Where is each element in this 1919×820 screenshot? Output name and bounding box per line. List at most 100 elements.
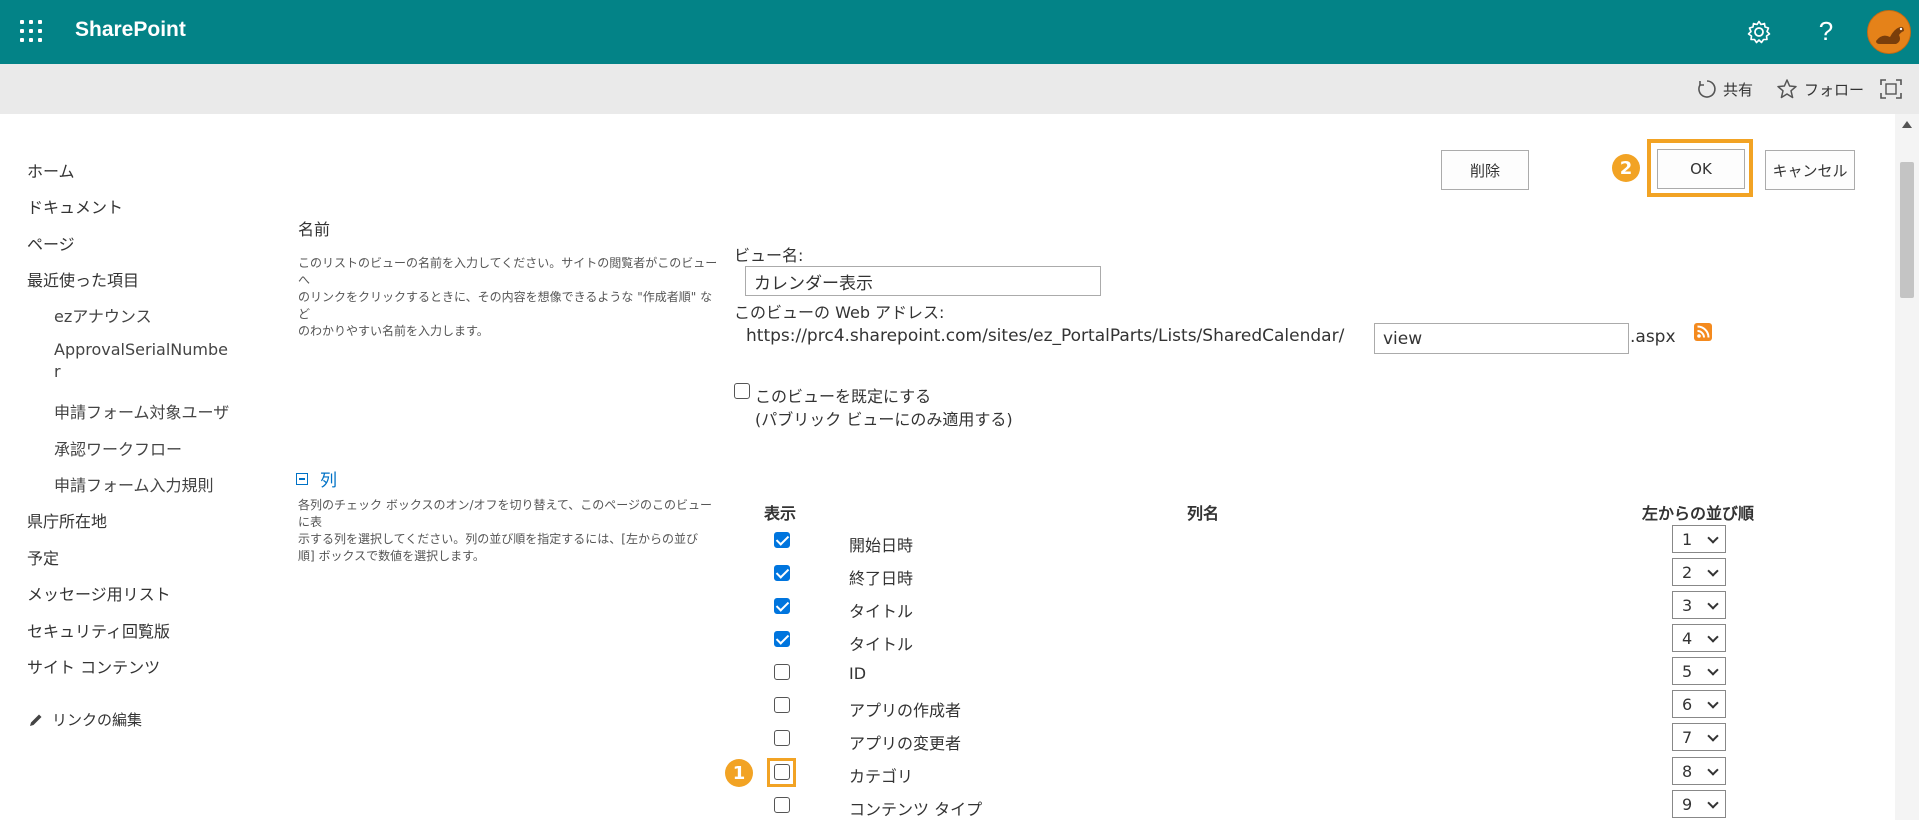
column-order-select[interactable]: 4: [1672, 624, 1726, 652]
url-suffix: .aspx: [1630, 327, 1676, 347]
column-order-select[interactable]: 5: [1672, 657, 1726, 685]
column-show-checkbox-category[interactable]: [774, 764, 790, 780]
chevron-down-icon: [1707, 697, 1719, 709]
nav-item-message-list[interactable]: メッセージ用リスト: [27, 581, 171, 605]
chevron-down-icon: [1707, 631, 1719, 643]
cancel-button[interactable]: キャンセル: [1765, 150, 1855, 190]
edit-links-label: リンクの編集: [52, 711, 143, 729]
column-name: アプリの変更者: [849, 734, 962, 753]
chevron-down-icon: [1707, 598, 1719, 610]
focus-mode-button[interactable]: [1880, 64, 1908, 114]
default-view-label: このビューを既定にする: [755, 387, 932, 406]
name-section-title: 名前: [298, 220, 331, 239]
nav-item-home[interactable]: ホーム: [27, 158, 75, 182]
order-value: 6: [1682, 694, 1693, 714]
nav-item-pages[interactable]: ページ: [27, 231, 75, 255]
settings-gear-icon[interactable]: [1745, 18, 1773, 46]
delete-button[interactable]: 削除: [1441, 150, 1529, 190]
rss-icon[interactable]: [1694, 323, 1712, 341]
columns-desc-line: 順] ボックスで数値を選択します。: [298, 549, 485, 563]
ok-button[interactable]: OK: [1657, 149, 1745, 189]
nav-item-ez-announce[interactable]: ezアナウンス: [54, 303, 152, 327]
chevron-down-icon: [1707, 565, 1719, 577]
nav-item-schedule[interactable]: 予定: [27, 545, 59, 569]
share-icon: [1698, 80, 1716, 98]
url-prefix: https://prc4.sharepoint.com/sites/ez_Por…: [746, 326, 1345, 346]
name-section-description: このリストのビューの名前を入力してください。サイトの閲覧者がこのビューへ のリン…: [298, 255, 723, 340]
nav-item-approval-serial[interactable]: ApprovalSerialNumbe: [54, 340, 228, 359]
column-name: 終了日時: [849, 569, 914, 588]
column-show-checkbox[interactable]: [774, 664, 790, 680]
column-header-name: 列名: [1187, 504, 1220, 523]
default-view-checkbox[interactable]: [734, 383, 750, 399]
nav-item-security[interactable]: セキュリティ回覧版: [27, 618, 170, 642]
pencil-icon: [30, 714, 42, 726]
order-value: 2: [1682, 562, 1693, 582]
nav-item-form-users[interactable]: 申請フォーム対象ユーザ: [54, 399, 229, 423]
columns-desc-line: 示する列を選択してください。列の並び順を指定するには、[左からの並び: [298, 532, 698, 546]
brand-title[interactable]: SharePoint: [75, 18, 186, 42]
help-icon[interactable]: ?: [1812, 13, 1840, 49]
step-badge-1: 1: [725, 759, 753, 787]
share-button[interactable]: 共有: [1697, 64, 1753, 114]
column-order-select[interactable]: 9: [1672, 790, 1726, 818]
order-value: 9: [1682, 794, 1693, 814]
follow-button[interactable]: フォロー: [1776, 64, 1864, 114]
vertical-scrollbar[interactable]: [1895, 114, 1919, 820]
column-order-select[interactable]: 7: [1672, 723, 1726, 751]
nav-item-prefecture[interactable]: 県庁所在地: [27, 508, 107, 532]
nav-item-form-rules[interactable]: 申請フォーム入力規則: [54, 472, 214, 496]
share-label: 共有: [1723, 80, 1754, 99]
user-avatar[interactable]: [1867, 10, 1911, 54]
nav-item-site-contents[interactable]: サイト コンテンツ: [27, 654, 160, 678]
order-value: 5: [1682, 661, 1693, 681]
column-show-checkbox[interactable]: [774, 797, 790, 813]
column-show-checkbox[interactable]: [774, 598, 790, 614]
column-show-checkbox[interactable]: [774, 565, 790, 581]
nav-item-approval-workflow[interactable]: 承認ワークフロー: [54, 436, 182, 460]
column-show-checkbox[interactable]: [774, 631, 790, 647]
app-launcher-icon[interactable]: [20, 20, 44, 44]
name-desc-line: のわかりやすい名前を入力します。: [298, 324, 489, 338]
columns-section-toggle[interactable]: 列: [296, 466, 337, 491]
column-name: タイトル: [849, 602, 914, 621]
name-desc-line: のリンクをクリックするときに、その内容を想像できるような "作成者順" など: [298, 290, 713, 321]
order-value: 7: [1682, 727, 1693, 747]
view-name-label: ビュー名:: [734, 246, 804, 265]
scroll-thumb[interactable]: [1900, 162, 1914, 298]
columns-section-title: 列: [320, 471, 337, 491]
column-name: タイトル: [849, 635, 914, 654]
column-show-checkbox[interactable]: [774, 730, 790, 746]
url-input[interactable]: [1374, 323, 1629, 354]
scroll-up-icon[interactable]: [1902, 121, 1912, 128]
column-order-select[interactable]: 1: [1672, 525, 1726, 553]
chevron-down-icon: [1707, 664, 1719, 676]
suite-bar: SharePoint ?: [0, 0, 1919, 64]
column-show-checkbox[interactable]: [774, 532, 790, 548]
column-header-order: 左からの並び順: [1642, 504, 1755, 523]
step-badge-2: 2: [1612, 154, 1640, 182]
column-order-select[interactable]: 3: [1672, 591, 1726, 619]
default-view-note: (パブリック ビューにのみ適用する): [755, 410, 1013, 429]
order-value: 4: [1682, 628, 1693, 648]
column-header-show: 表示: [764, 504, 797, 523]
order-value: 1: [1682, 529, 1693, 549]
star-icon: [1777, 79, 1797, 99]
column-order-select[interactable]: 2: [1672, 558, 1726, 586]
focus-icon: [1880, 79, 1902, 99]
order-value: 3: [1682, 595, 1693, 615]
edit-links-button[interactable]: リンクの編集: [28, 709, 142, 730]
column-name: 開始日時: [849, 536, 914, 555]
column-order-select[interactable]: 8: [1672, 757, 1726, 785]
column-name: コンテンツ タイプ: [849, 800, 983, 819]
nav-item-recent[interactable]: 最近使った項目: [27, 267, 139, 291]
nav-item-documents[interactable]: ドキュメント: [27, 194, 123, 218]
web-address-label: このビューの Web アドレス:: [734, 303, 945, 322]
name-desc-line: このリストのビューの名前を入力してください。サイトの閲覧者がこのビューへ: [298, 256, 718, 287]
nav-item-approval-serial-wrap[interactable]: r: [54, 362, 61, 381]
column-order-select[interactable]: 6: [1672, 690, 1726, 718]
view-name-input[interactable]: [745, 266, 1101, 296]
column-show-checkbox[interactable]: [774, 697, 790, 713]
column-name: アプリの作成者: [849, 701, 962, 720]
chevron-down-icon: [1707, 764, 1719, 776]
